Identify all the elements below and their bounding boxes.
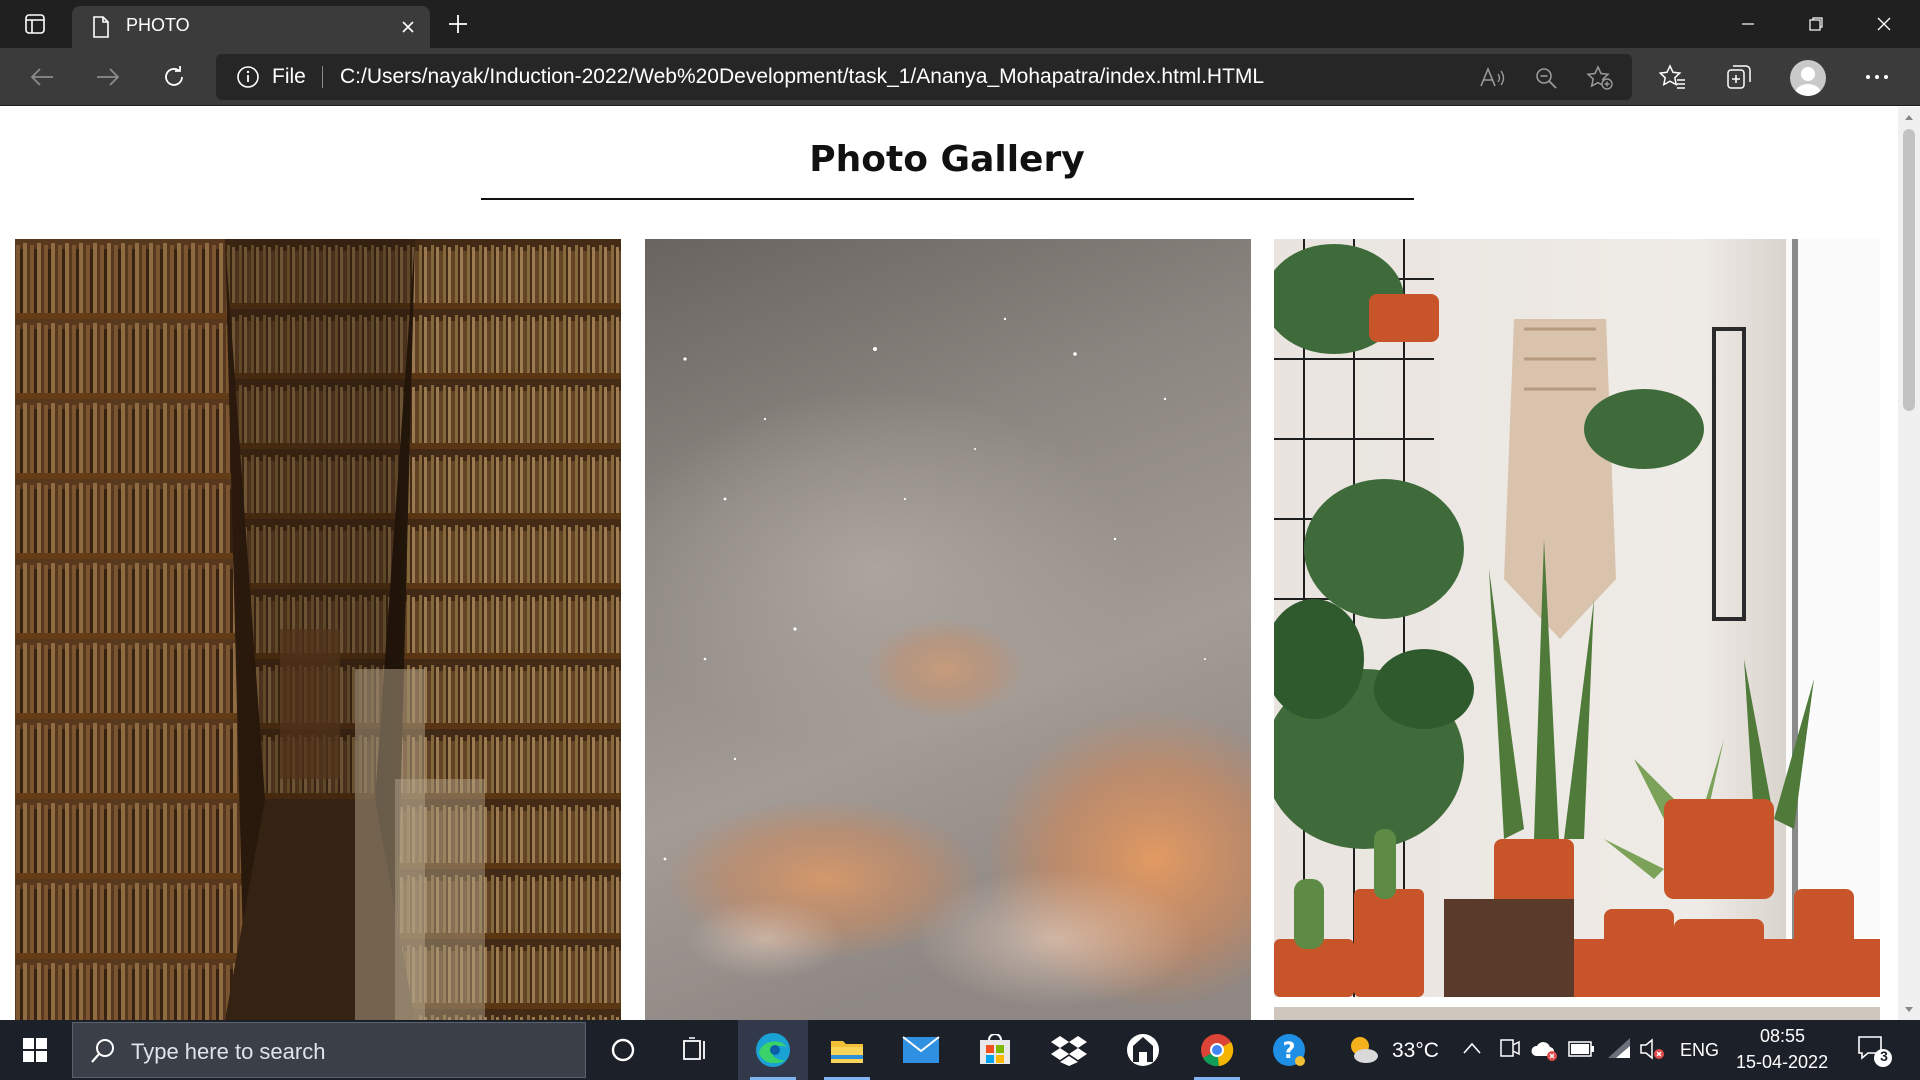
page-viewport: Photo Gallery [0, 107, 1898, 1020]
language-indicator[interactable]: ENG [1680, 1040, 1719, 1061]
zoom-out-icon[interactable] [1532, 64, 1560, 92]
page-title: Photo Gallery [809, 139, 1085, 180]
file-explorer-icon[interactable] [812, 1020, 882, 1080]
scroll-up-icon[interactable] [1903, 111, 1915, 123]
task-view-icon[interactable] [660, 1020, 730, 1080]
scroll-down-icon[interactable] [1903, 1004, 1915, 1016]
tab-bar: PHOTO [0, 0, 1920, 48]
onedrive-icon[interactable] [1530, 1038, 1560, 1066]
url-text[interactable]: C:/Users/nayak/Induction-2022/Web%20Deve… [340, 65, 1264, 89]
meet-icon[interactable] [1498, 1038, 1522, 1064]
search-placeholder: Type here to search [131, 1039, 326, 1064]
restore-icon[interactable] [1782, 0, 1850, 48]
temperature-text[interactable]: 33°C [1392, 1039, 1439, 1063]
taskbar-search-box[interactable]: Type here to search [72, 1022, 586, 1078]
close-window-icon[interactable] [1850, 0, 1918, 48]
volume-icon[interactable] [1638, 1036, 1666, 1066]
read-aloud-icon[interactable] [1478, 64, 1506, 92]
clock-date[interactable]: 15-04-2022 [1736, 1052, 1828, 1073]
gallery-photo-bookshop[interactable] [15, 239, 621, 1020]
dropbox-icon[interactable] [1034, 1020, 1104, 1080]
page-scrollbar[interactable] [1898, 107, 1920, 1020]
refresh-icon[interactable] [154, 60, 194, 94]
tab-title: PHOTO [126, 15, 190, 35]
gallery-photo-next[interactable] [1274, 1007, 1880, 1020]
close-icon[interactable] [396, 15, 420, 39]
title-underline [481, 198, 1414, 200]
minimize-icon[interactable] [1714, 0, 1782, 48]
gallery-photo-sky[interactable] [645, 239, 1251, 1020]
search-icon [89, 1037, 117, 1069]
notification-icon[interactable]: 3 [1856, 1034, 1894, 1072]
more-icon[interactable] [1858, 59, 1896, 95]
edge-icon[interactable] [738, 1020, 808, 1080]
info-icon[interactable] [236, 65, 260, 89]
chrome-icon[interactable] [1182, 1020, 1252, 1080]
battery-icon[interactable] [1568, 1040, 1596, 1062]
profile-icon[interactable] [1790, 60, 1826, 96]
weather-icon[interactable] [1346, 1034, 1380, 1068]
page-icon [90, 15, 112, 39]
plus-icon[interactable] [442, 10, 474, 38]
cortana-icon[interactable] [588, 1020, 658, 1080]
add-favorite-icon[interactable] [1586, 64, 1614, 92]
browser-tab[interactable]: PHOTO [72, 6, 430, 48]
address-separator [322, 66, 323, 88]
file-label: File [272, 65, 306, 88]
store-icon[interactable] [960, 1020, 1030, 1080]
svg-text:?: ? [1283, 1039, 1296, 1064]
tab-actions-icon[interactable] [14, 10, 56, 38]
mail-icon[interactable] [886, 1020, 956, 1080]
navigation-bar: File C:/Users/nayak/Induction-2022/Web%2… [0, 48, 1920, 106]
forward-icon[interactable] [88, 60, 128, 94]
address-bar[interactable]: File C:/Users/nayak/Induction-2022/Web%2… [216, 54, 1632, 100]
windows-icon[interactable] [0, 1020, 70, 1080]
app-icon[interactable] [1108, 1020, 1178, 1080]
collections-icon[interactable] [1720, 59, 1758, 95]
chevron-up-icon[interactable] [1462, 1040, 1482, 1059]
back-icon[interactable] [22, 60, 62, 94]
notification-count: 3 [1880, 1048, 1888, 1064]
scroll-thumb[interactable] [1903, 129, 1915, 411]
wifi-icon[interactable] [1606, 1036, 1632, 1064]
taskbar: Type here to search ? 33°C ENG 08:55 15-… [0, 1020, 1920, 1080]
favorites-icon[interactable] [1654, 59, 1692, 95]
clock-time[interactable]: 08:55 [1760, 1026, 1805, 1047]
help-icon[interactable]: ? [1254, 1020, 1324, 1080]
gallery-photo-plants[interactable] [1274, 239, 1880, 997]
